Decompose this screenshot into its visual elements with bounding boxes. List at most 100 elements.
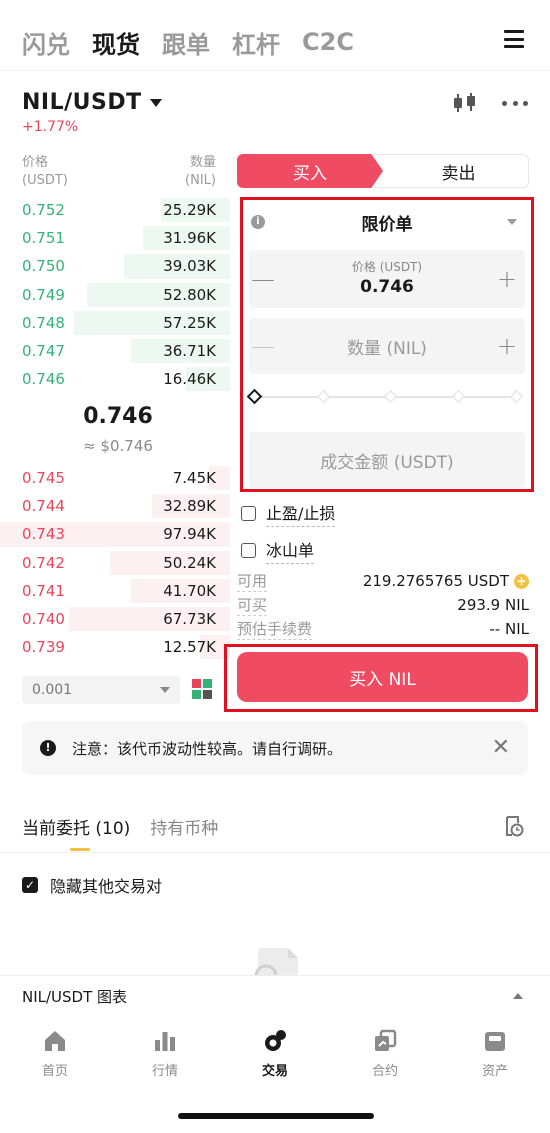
slider-handle[interactable] <box>246 388 263 405</box>
orderbook-price: 0.750 <box>22 257 65 276</box>
slider-mark-75[interactable] <box>451 390 465 403</box>
orderbook-bid-row[interactable]: 0.742 50.24K <box>0 549 230 577</box>
orderbook-ask-row[interactable]: 0.752 25.29K <box>0 196 230 224</box>
price-column-unit: (USDT) <box>22 173 68 188</box>
buy-button-highlight: 买入 NIL <box>224 644 538 712</box>
total-input[interactable]: 成交金额 (USDT) <box>249 432 525 488</box>
iceberg-checkbox[interactable]: 冰山单 <box>241 537 315 564</box>
order-form-highlight: i 限价单 — 价格 (USDT) 0.746 + — 数量 (NIL) + 成… <box>240 197 534 492</box>
orderbook-ask-row[interactable]: 0.751 31.96K <box>0 224 230 252</box>
nav-futures[interactable]: 合约 <box>330 1020 440 1090</box>
orderbook-price: 0.740 <box>22 610 65 629</box>
orders-divider <box>0 852 550 853</box>
checkbox-checked-icon[interactable]: ✓ <box>22 877 38 893</box>
top-divider <box>0 70 550 71</box>
slider-mark-100[interactable] <box>510 390 523 403</box>
quantity-placeholder: 数量 (NIL) <box>347 338 427 359</box>
orderbook-ask-row[interactable]: 0.748 57.25K <box>0 309 230 337</box>
tab-margin[interactable]: 杠杆 <box>232 25 280 60</box>
buy-nil-button[interactable]: 买入 NIL <box>237 652 528 702</box>
orderbook-ask-row[interactable]: 0.746 16.46K <box>0 365 230 393</box>
orderbook-bid-row[interactable]: 0.744 32.89K <box>0 492 230 520</box>
orderbook-ask-row[interactable]: 0.749 52.80K <box>0 281 230 309</box>
notice-text: 注意：该代币波动性较高。请自行调研。 <box>72 739 343 758</box>
price-column-label: 价格 <box>22 155 49 170</box>
checkbox-icon[interactable] <box>241 543 256 558</box>
empty-state-icon <box>254 948 298 976</box>
chevron-down-icon <box>149 98 162 107</box>
orderbook-bid-row[interactable]: 0.745 7.45K <box>0 464 230 492</box>
chart-toggle-bar[interactable]: NIL/USDT 图表 <box>0 975 550 1017</box>
slider-mark-25[interactable] <box>316 390 330 403</box>
total-placeholder: 成交金额 (USDT) <box>320 452 454 473</box>
hide-other-pairs-checkbox[interactable]: ✓ 隐藏其他交易对 <box>22 873 162 897</box>
sell-tab[interactable]: 卖出 <box>373 154 529 188</box>
tab-holdings[interactable]: 持有币种 <box>150 814 218 839</box>
slider-mark-50[interactable] <box>384 390 397 403</box>
price-increase-icon[interactable]: + <box>497 265 517 293</box>
qty-column-label: 数量 <box>189 155 216 170</box>
price-input[interactable]: — 价格 (USDT) 0.746 + <box>249 250 525 308</box>
hide-other-pairs-label: 隐藏其他交易对 <box>50 877 163 896</box>
orderbook-price: 0.751 <box>22 229 65 248</box>
buy-tab[interactable]: 买入 <box>237 154 383 188</box>
orderbook-price: 0.742 <box>22 553 65 572</box>
orderbook-bids: 0.745 7.45K 0.744 32.89K 0.743 97.94K 0.742 50.… <box>0 464 230 661</box>
orderbook-bid-row[interactable]: 0.741 41.70K <box>0 577 230 605</box>
hamburger-menu-icon[interactable] <box>504 30 524 48</box>
nav-trade[interactable]: 交易 <box>220 1020 330 1090</box>
warning-icon: ! <box>40 740 56 756</box>
candlestick-chart-icon[interactable] <box>452 92 478 114</box>
tab-c2c[interactable]: C2C <box>302 28 354 56</box>
nav-assets[interactable]: 资产 <box>440 1020 550 1090</box>
can-buy-value: 293.9 NIL <box>457 596 529 614</box>
home-icon <box>45 1031 65 1051</box>
orderbook-qty: 36.71K <box>163 342 216 361</box>
quantity-increase-icon[interactable]: + <box>497 332 517 360</box>
orderbook-qty: 7.45K <box>172 469 216 488</box>
order-history-icon[interactable] <box>504 815 524 837</box>
amount-slider[interactable] <box>246 388 523 405</box>
nav-markets[interactable]: 行情 <box>110 1020 220 1090</box>
close-icon[interactable]: ✕ <box>492 735 510 760</box>
orderbook-bid-row[interactable]: 0.740 67.73K <box>0 605 230 633</box>
last-price-usd: ≈ $0.746 <box>83 437 153 455</box>
last-price[interactable]: 0.746 <box>0 404 236 429</box>
pair-selector[interactable]: NIL/USDT <box>22 90 162 115</box>
quantity-input[interactable]: — 数量 (NIL) + <box>249 318 525 374</box>
orderbook-layout-icon[interactable] <box>192 679 212 699</box>
orderbook-qty: 39.03K <box>163 257 216 276</box>
available-label: 可用 <box>237 572 268 592</box>
orderbook-price: 0.747 <box>22 342 65 361</box>
fee-row: 预估手续费 -- NIL <box>237 618 529 640</box>
orders-tabs: 当前委托 (10) 持有币种 <box>22 814 238 839</box>
orderbook-bid-row[interactable]: 0.743 97.94K <box>0 520 230 548</box>
orderbook-ask-row[interactable]: 0.750 39.03K <box>0 252 230 280</box>
wallet-icon <box>485 1032 505 1051</box>
checkbox-icon[interactable] <box>241 506 256 521</box>
caret-down-icon <box>160 687 170 693</box>
info-icon[interactable]: i <box>251 215 265 229</box>
nav-home[interactable]: 首页 <box>0 1020 110 1090</box>
caret-up-icon[interactable] <box>513 993 523 999</box>
more-options-icon[interactable] <box>502 92 528 114</box>
tab-open-orders[interactable]: 当前委托 (10) <box>22 814 130 839</box>
orderbook-ask-row[interactable]: 0.747 36.71K <box>0 337 230 365</box>
orderbook-qty: 52.80K <box>163 285 216 304</box>
depth-precision-select[interactable]: 0.001 <box>22 676 180 704</box>
tab-spot[interactable]: 现货 <box>92 25 140 60</box>
tab-flash-swap[interactable]: 闪兑 <box>22 25 70 60</box>
order-type-select[interactable]: i 限价单 <box>249 208 525 236</box>
orderbook-qty: 67.73K <box>163 610 216 629</box>
orderbook-price: 0.743 <box>22 525 65 544</box>
pair-name: NIL/USDT <box>22 90 142 115</box>
qty-column-unit: (NIL) <box>185 173 216 188</box>
orderbook-bid-row[interactable]: 0.739 12.57K <box>0 633 230 661</box>
add-funds-icon[interactable]: + <box>514 573 529 589</box>
tp-sl-checkbox[interactable]: 止盈/止损 <box>241 500 336 527</box>
fee-label: 预估手续费 <box>237 620 313 640</box>
depth-precision-value: 0.001 <box>32 682 73 698</box>
orderbook-price: 0.744 <box>22 497 65 516</box>
orderbook-asks: 0.752 25.29K 0.751 31.96K 0.750 39.03K 0.749 52… <box>0 196 230 393</box>
tab-copy-trading[interactable]: 跟单 <box>162 25 210 60</box>
